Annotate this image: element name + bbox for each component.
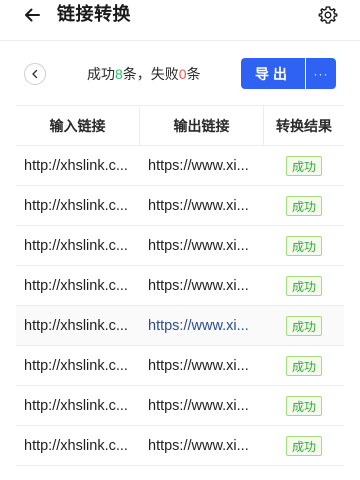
output-link-cell: https://www.xi...: [140, 346, 264, 385]
status-badge: 成功: [285, 235, 322, 256]
arrow-left-icon: [25, 8, 40, 22]
summary-unit: 条: [186, 66, 201, 82]
input-link-cell: http://xhslink.c...: [16, 426, 140, 465]
input-link[interactable]: http://xhslink.c...: [24, 278, 128, 294]
result-cell: 成功: [264, 226, 344, 265]
summary-fail-label: 条，失败: [122, 66, 179, 82]
status-badge: 成功: [285, 275, 322, 296]
success-count: 8: [115, 66, 123, 82]
result-cell: 成功: [264, 266, 344, 305]
input-link-cell: http://xhslink.c...: [16, 226, 140, 265]
status-badge: 成功: [285, 395, 322, 416]
input-link-cell: http://xhslink.c...: [16, 186, 140, 225]
input-link-cell: http://xhslink.c...: [16, 266, 140, 305]
output-link[interactable]: https://www.xi...: [148, 158, 249, 174]
input-link[interactable]: http://xhslink.c...: [24, 438, 128, 454]
gear-icon: [318, 6, 338, 24]
status-badge: 成功: [285, 315, 322, 336]
table-header: 输入链接 输出链接 转换结果: [16, 106, 344, 146]
summary-success-label: 成功: [87, 66, 115, 82]
conversion-table: 输入链接 输出链接 转换结果 http://xhslink.c... https…: [16, 105, 344, 466]
output-link[interactable]: https://www.xi...: [148, 438, 249, 454]
input-link[interactable]: http://xhslink.c...: [24, 198, 128, 214]
fail-count: 0: [178, 66, 187, 82]
status-badge: 成功: [285, 195, 322, 216]
output-link-cell: https://www.xi...: [140, 146, 264, 185]
output-link[interactable]: https://www.xi...: [148, 198, 249, 214]
input-link[interactable]: http://xhslink.c...: [24, 238, 128, 254]
input-link[interactable]: http://xhslink.c...: [24, 358, 128, 374]
output-link-cell: https://www.xi...: [140, 426, 264, 465]
result-cell: 成功: [264, 306, 344, 345]
input-link-cell: http://xhslink.c...: [16, 346, 140, 385]
output-link-cell: https://www.xi...: [140, 226, 264, 265]
output-link[interactable]: https://www.xi...: [148, 358, 249, 374]
back-button[interactable]: [20, 3, 44, 27]
page-title: 链接转换: [57, 4, 131, 24]
output-link-cell: https://www.xi...: [140, 186, 264, 225]
input-link-cell: http://xhslink.c...: [16, 386, 140, 425]
output-link-cell: https://www.xi...: [140, 386, 264, 425]
status-badge: 成功: [285, 155, 322, 176]
collapse-button[interactable]: [24, 63, 46, 85]
summary-bar: 成功8条，失败0条 导出 ···: [0, 58, 360, 90]
input-link[interactable]: http://xhslink.c...: [24, 398, 128, 414]
table-row[interactable]: http://xhslink.c... https://www.xi... 成功: [16, 386, 344, 426]
output-link-cell: https://www.xi...: [140, 266, 264, 305]
input-link-cell: http://xhslink.c...: [16, 306, 140, 345]
app-screen: 链接转换 成功8条，失败0条 导出 ··· 输入链接 输出链接 转换结果 htt…: [0, 0, 360, 480]
top-bar: 链接转换: [0, 0, 360, 41]
column-header-output: 输出链接: [140, 106, 264, 145]
status-badge: 成功: [285, 355, 322, 376]
result-cell: 成功: [264, 186, 344, 225]
output-link[interactable]: https://www.xi...: [148, 398, 249, 414]
table-row[interactable]: http://xhslink.c... https://www.xi... 成功: [16, 266, 344, 306]
export-button[interactable]: 导出: [241, 58, 305, 89]
result-summary: 成功8条，失败0条: [87, 65, 201, 83]
output-link[interactable]: https://www.xi...: [148, 318, 249, 334]
export-button-group: 导出 ···: [241, 58, 336, 89]
output-link[interactable]: https://www.xi...: [148, 278, 249, 294]
result-cell: 成功: [264, 146, 344, 185]
result-cell: 成功: [264, 346, 344, 385]
output-link-cell: https://www.xi...: [140, 306, 264, 345]
table-row[interactable]: http://xhslink.c... https://www.xi... 成功: [16, 426, 344, 466]
chevron-left-icon: [32, 69, 38, 79]
settings-button[interactable]: [316, 3, 340, 27]
input-link-cell: http://xhslink.c...: [16, 146, 140, 185]
table-row[interactable]: http://xhslink.c... https://www.xi... 成功: [16, 226, 344, 266]
column-header-result: 转换结果: [276, 117, 332, 134]
more-options-button[interactable]: ···: [306, 58, 336, 89]
column-header-input: 输入链接: [16, 106, 140, 145]
table-row[interactable]: http://xhslink.c... https://www.xi... 成功: [16, 146, 344, 186]
output-link[interactable]: https://www.xi...: [148, 238, 249, 254]
status-badge: 成功: [285, 435, 322, 456]
result-cell: 成功: [264, 386, 344, 425]
input-link[interactable]: http://xhslink.c...: [24, 318, 128, 334]
input-link[interactable]: http://xhslink.c...: [24, 158, 128, 174]
table-row[interactable]: http://xhslink.c... https://www.xi... 成功: [16, 346, 344, 386]
table-row[interactable]: http://xhslink.c... https://www.xi... 成功: [16, 186, 344, 226]
result-cell: 成功: [264, 426, 344, 465]
table-row[interactable]: http://xhslink.c... https://www.xi... 成功: [16, 306, 344, 346]
